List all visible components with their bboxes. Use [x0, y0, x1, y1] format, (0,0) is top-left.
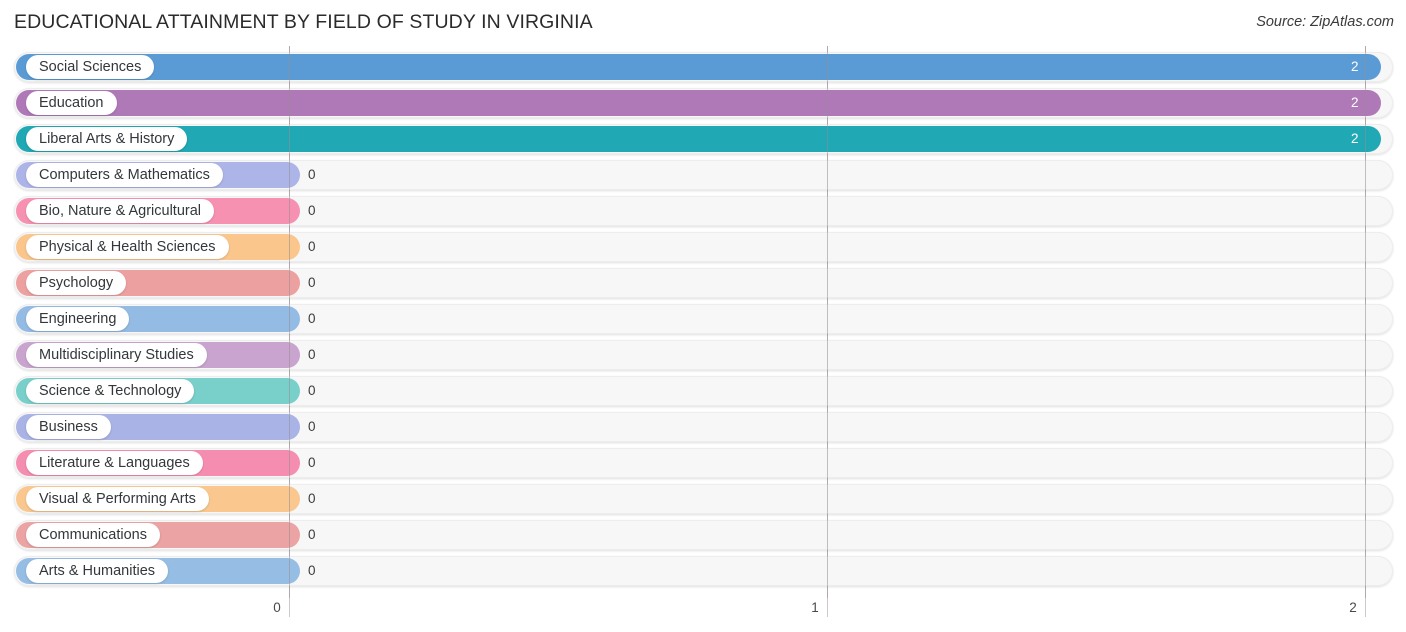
bar-category-label: Education — [26, 91, 117, 115]
gridline-overlay — [827, 46, 828, 598]
x-tick-mark — [1365, 598, 1366, 617]
bar-row[interactable]: Education 2 — [0, 87, 1406, 119]
x-tick-mark — [289, 598, 290, 617]
bar-value-label: 0 — [308, 275, 316, 290]
bar[interactable] — [16, 90, 1381, 116]
bar-category-label: Liberal Arts & History — [26, 127, 188, 151]
bar-value-label: 0 — [308, 527, 316, 542]
x-tick-label: 2 — [1349, 600, 1357, 615]
source-attribution: Source: ZipAtlas.com — [1256, 14, 1394, 30]
bar-row[interactable]: Physical & Health Sciences 0 — [0, 231, 1406, 263]
bar-value-label: 2 — [1351, 95, 1359, 110]
x-tick-label: 1 — [811, 600, 819, 615]
bar-value-label: 0 — [308, 203, 316, 218]
bar-row[interactable]: Bio, Nature & Agricultural 0 — [0, 195, 1406, 227]
x-tick-mark — [827, 598, 828, 617]
bar-chart-plot-area: Social Sciences 2 Education 2 Liberal Arts &… — [0, 46, 1406, 598]
bar-value-label: 0 — [308, 563, 316, 578]
bar-category-label: Physical & Health Sciences — [26, 235, 229, 259]
bar-category-label: Psychology — [26, 271, 127, 295]
bar-row[interactable]: Science & Technology 0 — [0, 375, 1406, 407]
gridline-overlay — [1365, 46, 1366, 598]
bar[interactable] — [16, 54, 1381, 80]
bar-category-label: Bio, Nature & Agricultural — [26, 199, 214, 223]
bar-category-label: Computers & Mathematics — [26, 163, 223, 187]
page-title: EDUCATIONAL ATTAINMENT BY FIELD OF STUDY… — [14, 11, 593, 33]
bar-category-label: Engineering — [26, 307, 130, 331]
bar-category-label: Visual & Performing Arts — [26, 487, 209, 511]
x-axis: 0 1 2 — [0, 598, 1406, 632]
bar-value-label: 2 — [1351, 59, 1359, 74]
bar-value-label: 0 — [308, 311, 316, 326]
chart-header: EDUCATIONAL ATTAINMENT BY FIELD OF STUDY… — [0, 0, 1406, 46]
bar-row[interactable]: Arts & Humanities 0 — [0, 555, 1406, 587]
bar[interactable] — [16, 126, 1381, 152]
bar-value-label: 0 — [308, 455, 316, 470]
bar-category-label: Social Sciences — [26, 55, 155, 79]
bar-value-label: 0 — [308, 167, 316, 182]
x-tick-label: 0 — [273, 600, 281, 615]
bar-category-label: Literature & Languages — [26, 451, 203, 475]
bar-category-label: Business — [26, 415, 111, 439]
bar-row[interactable]: Social Sciences 2 — [0, 51, 1406, 83]
bar-value-label: 0 — [308, 491, 316, 506]
bar-value-label: 2 — [1351, 131, 1359, 146]
bar-row[interactable]: Liberal Arts & History 2 — [0, 123, 1406, 155]
bar-value-label: 0 — [308, 383, 316, 398]
bar-row[interactable]: Literature & Languages 0 — [0, 447, 1406, 479]
bar-value-label: 0 — [308, 239, 316, 254]
bar-row[interactable]: Communications 0 — [0, 519, 1406, 551]
gridline-overlay — [289, 46, 290, 598]
bar-row[interactable]: Computers & Mathematics 0 — [0, 159, 1406, 191]
bar-row[interactable]: Business 0 — [0, 411, 1406, 443]
bar-category-label: Multidisciplinary Studies — [26, 343, 207, 367]
bar-row[interactable]: Psychology 0 — [0, 267, 1406, 299]
bar-row[interactable]: Visual & Performing Arts 0 — [0, 483, 1406, 515]
bar-row[interactable]: Engineering 0 — [0, 303, 1406, 335]
bar-row[interactable]: Multidisciplinary Studies 0 — [0, 339, 1406, 371]
bar-category-label: Arts & Humanities — [26, 559, 169, 583]
bar-value-label: 0 — [308, 347, 316, 362]
bar-value-label: 0 — [308, 419, 316, 434]
bar-category-label: Communications — [26, 523, 160, 547]
bar-category-label: Science & Technology — [26, 379, 195, 403]
